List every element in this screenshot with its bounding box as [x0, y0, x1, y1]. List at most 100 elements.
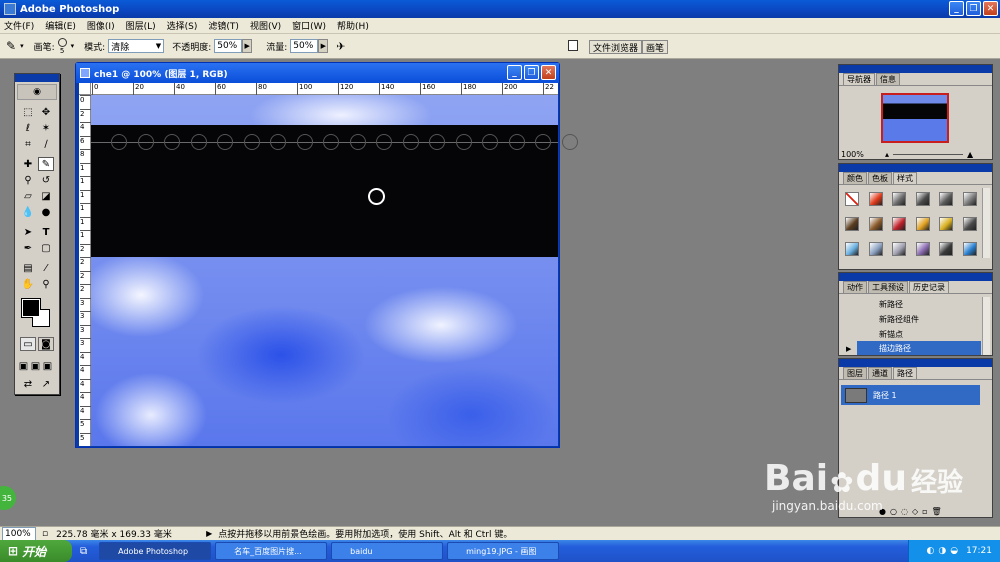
lasso-tool-icon[interactable]: ℓ [20, 121, 36, 135]
tab-brushes[interactable]: 画笔 [642, 40, 669, 54]
task-photoshop[interactable]: Adobe Photoshop [99, 542, 212, 560]
document-image[interactable] [91, 95, 578, 446]
style-swatch[interactable] [915, 242, 930, 256]
clone-stamp-tool-icon[interactable]: ⚲ [20, 173, 36, 187]
screen-mode-3-icon[interactable]: ▣ [42, 359, 53, 373]
restore-button[interactable]: ❐ [966, 1, 981, 16]
menu-edit[interactable]: 编辑(E) [45, 19, 76, 32]
hand-tool-icon[interactable]: ✋ [20, 277, 36, 291]
standard-mode-icon[interactable]: ▭ [20, 337, 36, 351]
style-swatch[interactable] [962, 217, 977, 231]
history-item[interactable]: 新锚点 [857, 327, 981, 341]
zoom-out-icon[interactable]: ▴ [885, 150, 889, 159]
menu-image[interactable]: 图像(I) [87, 19, 115, 32]
opacity-slider-arrow-icon[interactable]: ▶ [242, 39, 253, 53]
doc-restore-button[interactable]: ❐ [524, 65, 539, 80]
photoshop-eye-icon[interactable]: ◉ [17, 84, 57, 100]
navigator-thumbnail[interactable] [881, 93, 949, 143]
tab-color[interactable]: 颜色 [843, 172, 867, 184]
history-scrollbar[interactable] [982, 297, 990, 355]
close-button[interactable]: ✕ [983, 1, 998, 16]
brush-dropdown-icon[interactable]: ▾ [71, 42, 75, 50]
doc-info-icon[interactable]: ▫ [42, 529, 48, 539]
history-item-selected[interactable]: 描边路径 [857, 341, 981, 355]
quick-launch-icon[interactable]: ⧉ [80, 546, 87, 557]
task-browser[interactable]: 名车_百度图片搜... [215, 542, 328, 560]
tab-styles[interactable]: 样式 [893, 172, 917, 184]
slice-tool-icon[interactable]: ∕ [38, 137, 54, 151]
eraser-tool-icon[interactable]: ▱ [20, 189, 36, 203]
pen-tool-icon[interactable]: ✒ [20, 241, 36, 255]
tab-info[interactable]: 信息 [876, 73, 900, 85]
network-icon[interactable]: ◐ [926, 546, 934, 556]
tab-swatches[interactable]: 色板 [868, 172, 892, 184]
zoom-in-icon[interactable]: ▲ [967, 150, 973, 159]
move-tool-icon[interactable]: ✥ [38, 105, 54, 119]
style-swatch[interactable] [892, 192, 906, 206]
style-swatch[interactable] [868, 217, 883, 231]
start-button[interactable]: ⊞ 开始 [0, 540, 72, 562]
style-swatch[interactable] [845, 217, 859, 231]
style-swatch[interactable] [962, 192, 977, 206]
palette-well-icon[interactable] [568, 40, 578, 51]
menu-file[interactable]: 文件(F) [4, 19, 34, 32]
status-zoom[interactable]: 100% [2, 526, 36, 541]
status-arrow-icon[interactable]: ▶ [206, 529, 212, 538]
volume-icon[interactable]: ◑ [938, 546, 946, 556]
style-swatch[interactable] [939, 217, 953, 231]
notes-tool-icon[interactable]: ▤ [20, 261, 36, 275]
brush-tool-active-icon[interactable]: ✎ [38, 157, 54, 171]
magic-wand-tool-icon[interactable]: ✶ [38, 121, 54, 135]
style-swatch[interactable] [892, 242, 906, 256]
tab-paths[interactable]: 路径 [893, 367, 917, 379]
style-swatch[interactable] [892, 217, 906, 231]
style-swatch[interactable] [939, 192, 953, 206]
paint-bucket-tool-icon[interactable]: ◪ [38, 189, 54, 203]
tool-preset-arrow-icon[interactable]: ▾ [20, 42, 24, 50]
style-swatch[interactable] [868, 192, 883, 206]
history-item[interactable]: 新路径 [857, 297, 981, 311]
screen-mode-2-icon[interactable]: ▣ [30, 359, 41, 373]
task-paint[interactable]: ming19.JPG - 画图 [447, 542, 560, 560]
opacity-field[interactable]: 50% [214, 39, 243, 53]
style-swatch[interactable] [868, 242, 883, 256]
quick-mask-mode-icon[interactable]: ◙ [38, 337, 54, 351]
document-title-bar[interactable]: che1 @ 100% (图层 1, RGB) _ ❐ ✕ [76, 63, 559, 83]
eyedropper-tool-icon[interactable]: ⁄ [38, 261, 54, 275]
green-badge[interactable]: 35 [0, 486, 16, 510]
brush-preview[interactable]: 5 [57, 37, 67, 55]
style-swatch[interactable] [939, 242, 953, 256]
menu-window[interactable]: 窗口(W) [292, 19, 326, 32]
zoom-slider[interactable] [893, 154, 964, 155]
menu-help[interactable]: 帮助(H) [337, 19, 369, 32]
menu-select[interactable]: 选择(S) [167, 19, 198, 32]
tab-history[interactable]: 历史记录 [909, 281, 949, 293]
blur-tool-icon[interactable]: 💧 [20, 205, 36, 219]
foreground-color-front[interactable] [22, 299, 40, 317]
ruler-origin[interactable] [79, 83, 91, 95]
styles-scrollbar[interactable] [982, 188, 990, 258]
tab-actions[interactable]: 动作 [843, 281, 867, 293]
dodge-tool-icon[interactable]: ● [38, 205, 54, 219]
healing-brush-tool-icon[interactable]: ✚ [20, 157, 36, 171]
tab-layers[interactable]: 图层 [843, 367, 867, 379]
history-item[interactable]: 新路径组件 [857, 312, 981, 326]
style-swatch[interactable] [845, 192, 859, 206]
mode-select[interactable]: 清除 ▼ [108, 39, 165, 53]
tab-channels[interactable]: 通道 [868, 367, 892, 379]
task-folder[interactable]: baidu [331, 542, 444, 560]
screen-mode-1-icon[interactable]: ▣ [18, 359, 29, 373]
type-tool-icon[interactable]: T [38, 225, 54, 239]
path-selection-tool-icon[interactable]: ➤ [20, 225, 36, 239]
menu-view[interactable]: 视图(V) [250, 19, 281, 32]
tab-navigator[interactable]: 导航器 [843, 73, 875, 85]
style-swatch[interactable] [845, 242, 859, 256]
tab-tool-presets[interactable]: 工具预设 [868, 281, 908, 293]
tray-app-icon[interactable]: ◒ [950, 546, 958, 556]
brush-tool-icon[interactable]: ✎ [6, 39, 16, 53]
path-row-1[interactable]: 路径 1 [841, 385, 980, 405]
marquee-tool-icon[interactable]: ⬚ [20, 105, 36, 119]
flow-field[interactable]: 50% [290, 39, 319, 53]
menu-filter[interactable]: 滤镜(T) [208, 19, 239, 32]
zoom-tool-icon[interactable]: ⚲ [38, 277, 54, 291]
